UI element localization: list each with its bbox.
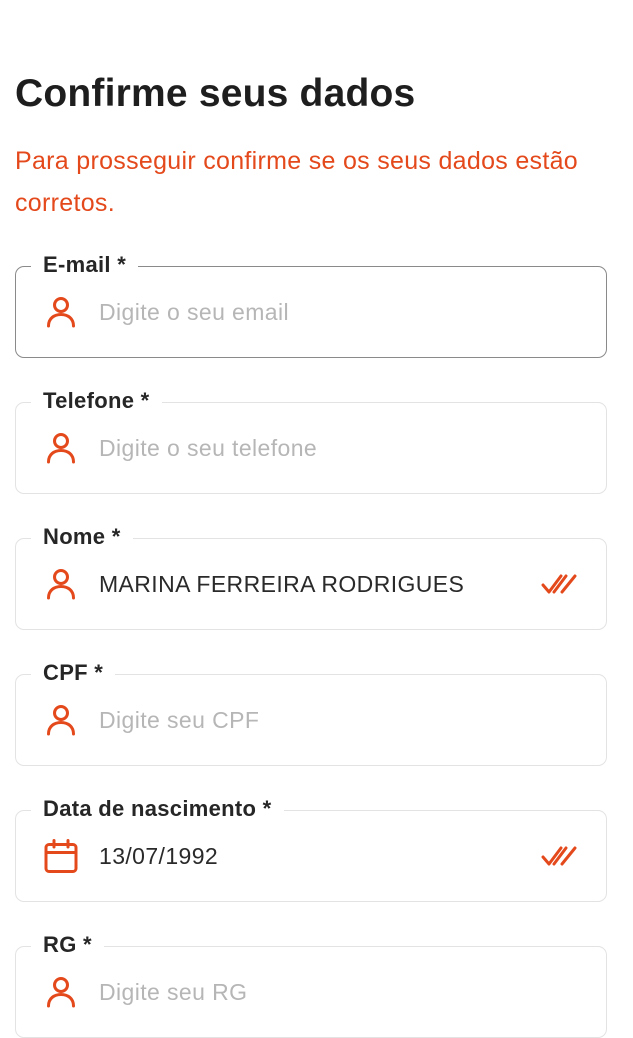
user-icon — [43, 294, 79, 330]
email-field-group: E-mail * — [15, 252, 607, 358]
double-check-icon — [541, 844, 579, 870]
cpf-input[interactable] — [99, 698, 519, 742]
name-label: Nome * — [31, 524, 133, 550]
name-field-group: Nome * — [15, 524, 607, 630]
user-icon — [43, 566, 79, 602]
page-title: Confirme seus dados — [15, 72, 416, 115]
cpf-label: CPF * — [31, 660, 116, 686]
rg-label: RG * — [31, 932, 104, 958]
birthdate-field-group: Data de nascimento * — [15, 796, 607, 902]
rg-input[interactable] — [99, 970, 519, 1014]
phone-field-group: Telefone * — [15, 388, 607, 494]
user-icon — [43, 974, 79, 1010]
birthdate-label: Data de nascimento * — [31, 796, 284, 822]
double-check-icon — [541, 572, 579, 598]
calendar-icon — [43, 838, 79, 874]
email-label: E-mail * — [31, 252, 139, 278]
page-subtitle: Para prosseguir confirme se os seus dado… — [15, 147, 579, 217]
phone-input[interactable] — [99, 426, 519, 470]
email-input[interactable] — [99, 290, 519, 334]
birthdate-input[interactable] — [99, 834, 519, 878]
rg-field-group: RG * — [15, 932, 607, 1038]
cpf-field-group: CPF * — [15, 660, 607, 766]
user-icon — [43, 702, 79, 738]
confirm-data-page: Confirme seus dados Para prosseguir conf… — [0, 0, 633, 1038]
phone-label: Telefone * — [31, 388, 162, 414]
user-icon — [43, 430, 79, 466]
name-input[interactable] — [99, 562, 519, 606]
